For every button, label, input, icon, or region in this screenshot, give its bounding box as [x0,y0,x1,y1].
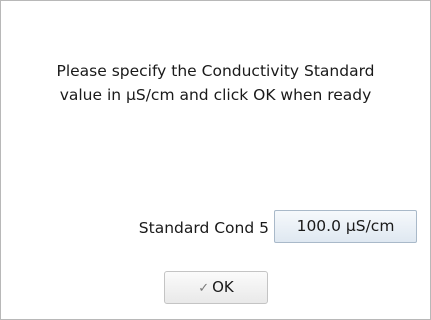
checkmark-icon: ✓ [198,281,210,296]
ok-button[interactable]: ✓ OK [164,271,268,304]
instruction-line-1: Please specify the Conductivity Standard [56,62,375,80]
instruction-line-2: value in µS/cm and click OK when ready [59,86,372,104]
standard-cond-label: Standard Cond 5 [138,219,269,237]
conductivity-standard-dialog: Please specify the Conductivity Standard… [0,0,431,320]
standard-value-field[interactable]: 100.0 µS/cm [274,210,417,243]
instruction-message: Please specify the Conductivity Standard… [1,59,430,107]
ok-button-label: OK [212,278,234,296]
